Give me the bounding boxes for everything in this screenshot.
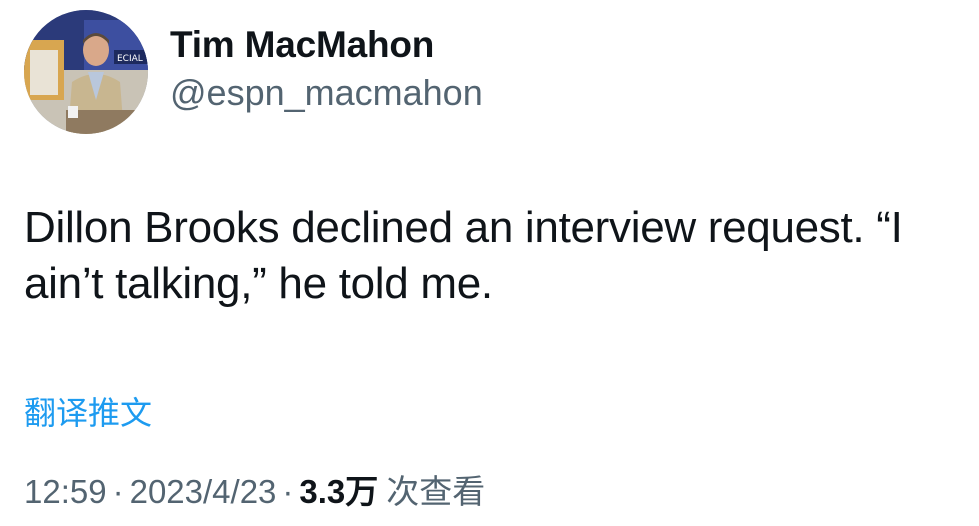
meta-separator: ·	[112, 473, 124, 510]
tweet-text-line-2: ain’t talking,” he told me.	[24, 259, 493, 308]
tweet-date[interactable]: 2023/4/23	[130, 473, 277, 510]
author-display-name[interactable]: Tim MacMahon	[170, 22, 483, 68]
views-label: 次查看	[386, 472, 486, 511]
tweet-text: Dillon Brooks declined an interview requ…	[24, 200, 974, 312]
author-handle[interactable]: @espn_macmahon	[170, 70, 483, 116]
tweet-meta: 12:59 · 2023/4/23 · 3.3万 次查看	[24, 470, 485, 514]
tweet-text-line-1: Dillon Brooks declined an interview requ…	[24, 203, 903, 252]
author-names: Tim MacMahon @espn_macmahon	[170, 22, 483, 116]
tweet-card: ECIAL Tim MacMahon @espn_macmahon Dillon…	[0, 0, 979, 526]
avatar-photo-icon: ECIAL	[24, 10, 148, 134]
tweet-header: ECIAL Tim MacMahon @espn_macmahon	[24, 10, 483, 134]
views-count[interactable]: 3.3万	[299, 473, 378, 510]
svg-text:ECIAL: ECIAL	[117, 54, 143, 64]
avatar[interactable]: ECIAL	[24, 10, 148, 134]
translate-tweet-link[interactable]: 翻译推文	[24, 388, 152, 434]
tweet-time[interactable]: 12:59	[24, 473, 107, 510]
meta-separator: ·	[282, 473, 294, 510]
